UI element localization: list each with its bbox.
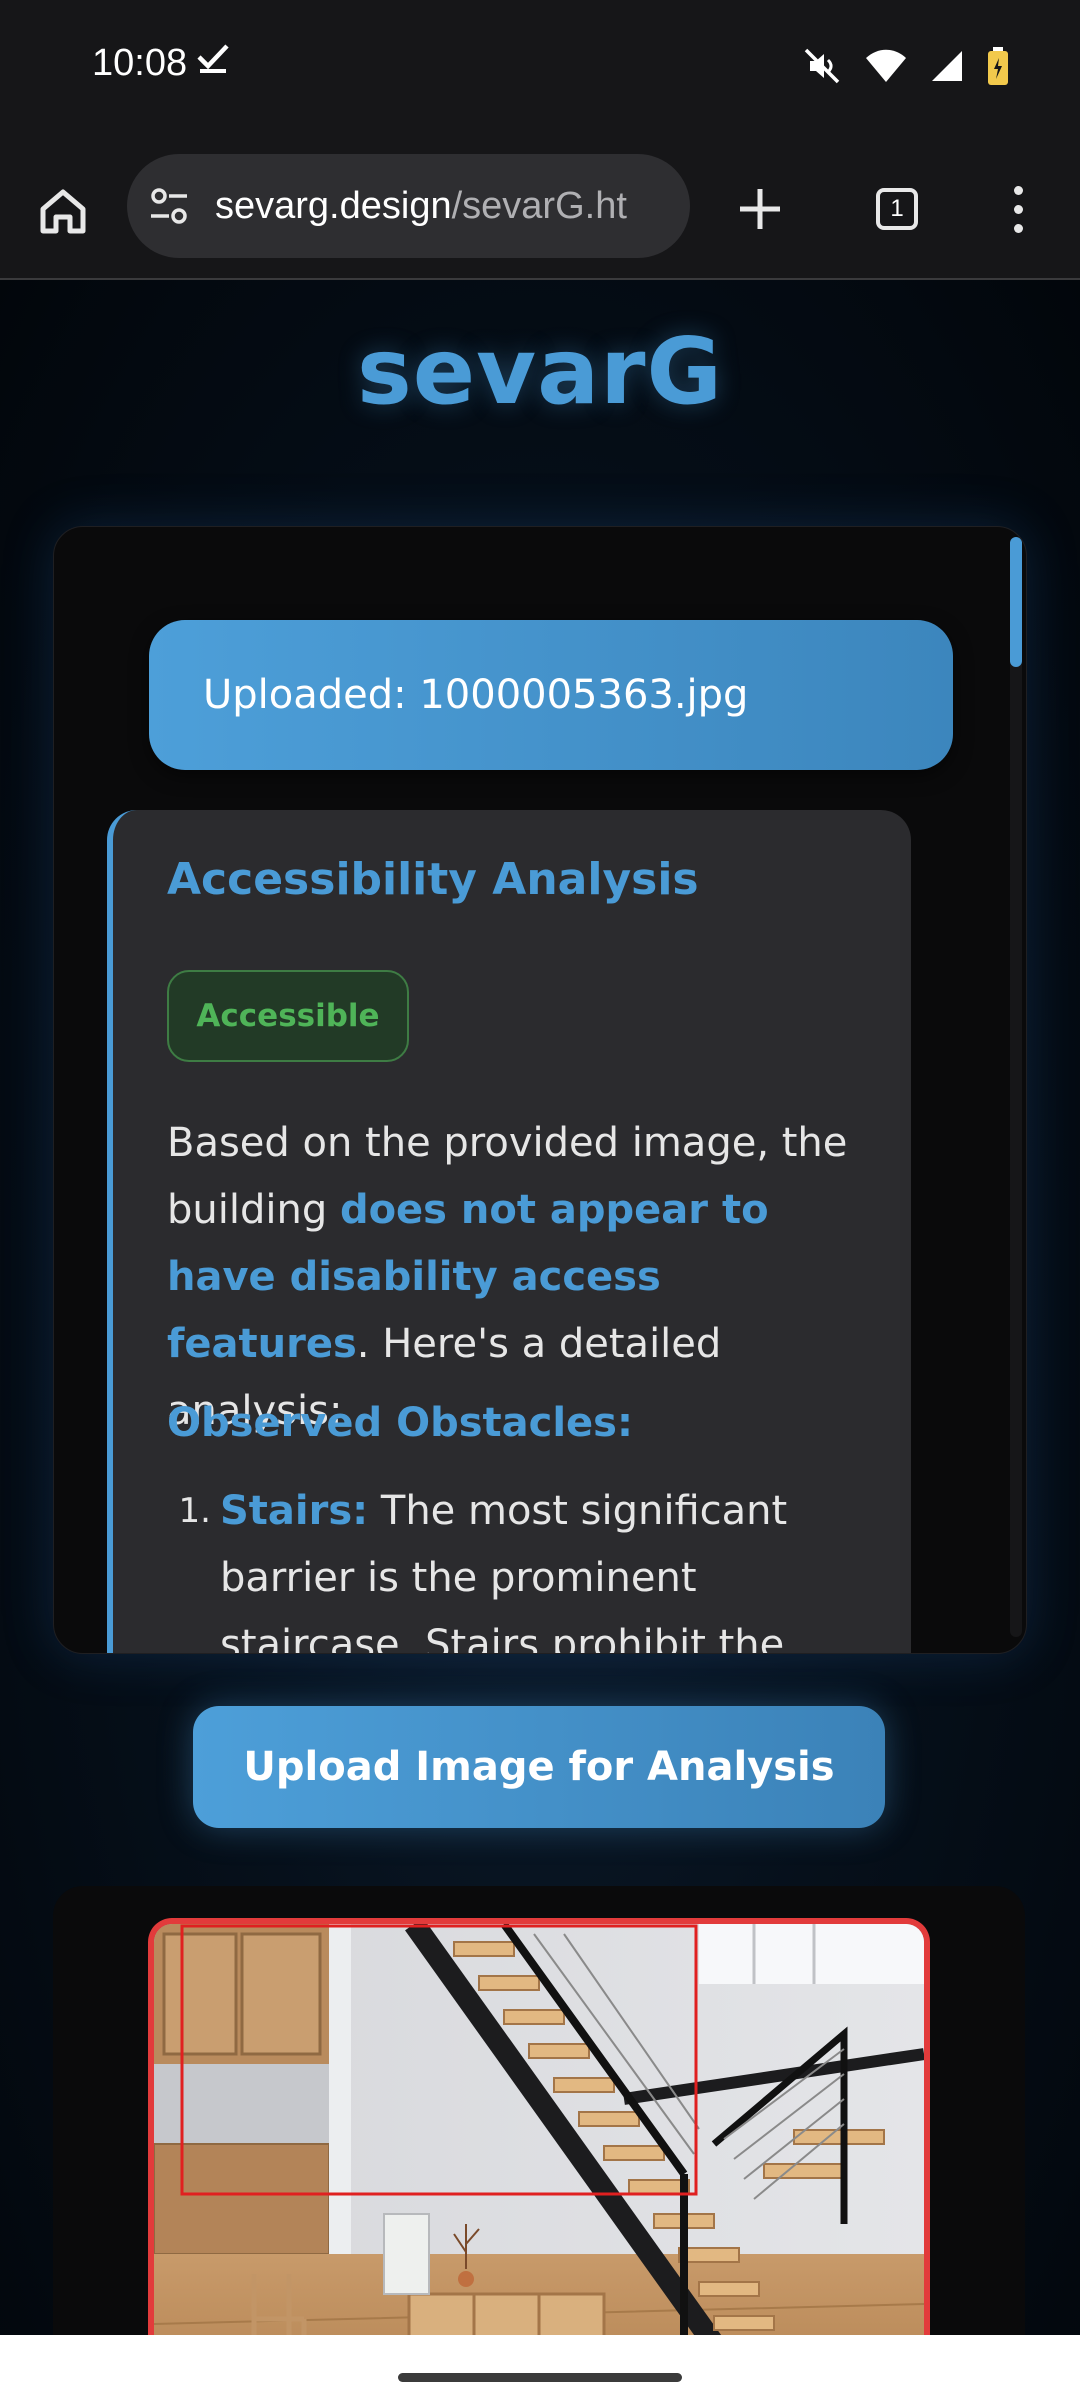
status-bar: 10:08 xyxy=(0,0,1080,140)
web-page: sevarG Uploaded: 1000005363.jpg Accessib… xyxy=(0,280,1080,2335)
chat-scrollbar[interactable] xyxy=(1010,537,1022,1637)
battery-icon xyxy=(986,46,1010,90)
list-item: 1. Stairs: The most significant barrier … xyxy=(167,1478,877,1653)
upload-message: Uploaded: 1000005363.jpg xyxy=(149,620,953,770)
image-panel xyxy=(53,1886,1025,2335)
more-icon[interactable] xyxy=(996,176,1040,242)
url-domain: sevarg.design xyxy=(215,184,452,227)
analysis-title: Accessibility Analysis xyxy=(167,854,699,905)
home-icon xyxy=(40,189,86,234)
plus-icon xyxy=(740,189,780,229)
url-bar[interactable]: sevarg.design/sevarG.ht xyxy=(127,154,690,258)
mute-icon xyxy=(802,46,842,90)
browser-toolbar: sevarg.design/sevarG.ht 1 xyxy=(0,140,1080,280)
gesture-nav-bar xyxy=(0,2335,1080,2400)
url-text[interactable]: sevarg.design/sevarG.ht xyxy=(215,185,627,228)
status-badge: Accessible xyxy=(167,970,409,1062)
scrollbar-thumb[interactable] xyxy=(1010,537,1022,667)
tab-count: 1 xyxy=(890,195,904,222)
check-icon xyxy=(196,40,230,78)
tabs-icon: 1 xyxy=(876,188,918,230)
list-number: 1. xyxy=(178,1491,211,1531)
site-settings-icon[interactable] xyxy=(147,184,191,228)
analyzed-image xyxy=(148,1918,930,2335)
site-title: sevarG xyxy=(356,318,724,425)
upload-message-text: Uploaded: 1000005363.jpg xyxy=(203,672,749,718)
analysis-intro: Based on the provided image, the buildin… xyxy=(167,1110,877,1445)
status-time: 10:08 xyxy=(92,42,188,84)
obstacles-heading: Observed Obstacles: xyxy=(167,1400,633,1446)
wifi-icon xyxy=(864,48,908,88)
tab-switcher-button[interactable]: 1 xyxy=(864,176,930,242)
upload-image-button[interactable]: Upload Image for Analysis xyxy=(193,1706,885,1828)
home-button[interactable] xyxy=(30,178,96,244)
url-path: /sevarG.ht xyxy=(451,184,627,227)
analysis-card: Accessibility Analysis Accessible Based … xyxy=(107,810,911,1653)
obstacle-label: Stairs: xyxy=(220,1488,369,1534)
home-gesture-pill[interactable] xyxy=(398,2373,682,2382)
new-tab-button[interactable] xyxy=(727,176,793,242)
staircase-room-image xyxy=(154,1924,924,2335)
status-icons xyxy=(802,46,1010,90)
signal-icon xyxy=(930,49,964,87)
chat-panel[interactable]: Uploaded: 1000005363.jpg Accessibility A… xyxy=(53,526,1027,1654)
